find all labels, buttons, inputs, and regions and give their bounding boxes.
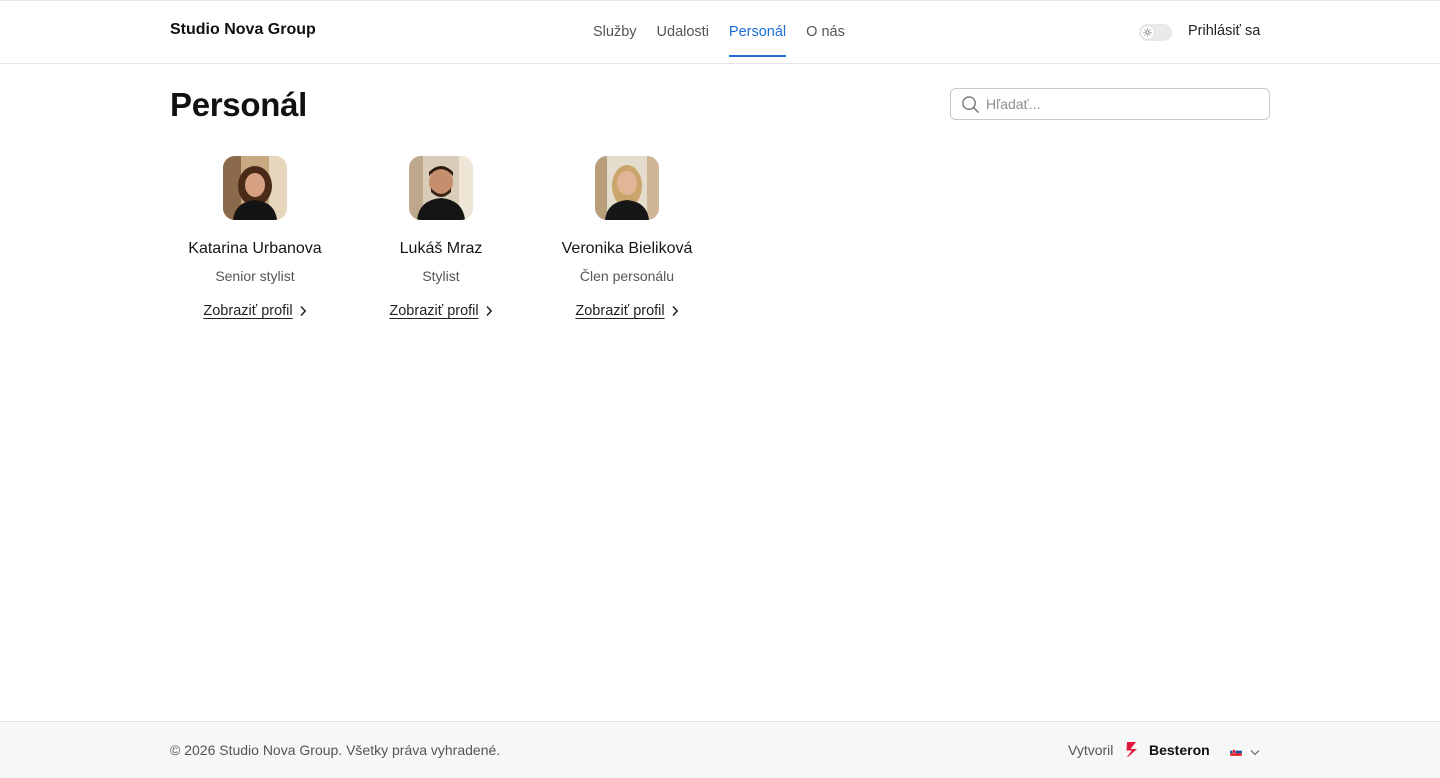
staff-card: Veronika Bieliková Člen personálu Zobraz… <box>542 156 712 320</box>
view-profile-link[interactable]: Zobraziť profil <box>203 303 306 319</box>
site-header: Studio Nova Group Služby Udalosti Person… <box>0 0 1440 64</box>
brand-logo[interactable]: Studio Nova Group <box>170 21 316 39</box>
staff-name: Veronika Bieliková <box>561 240 693 257</box>
search-box <box>950 88 1270 120</box>
nav-item-personal[interactable]: Personál <box>728 1 787 64</box>
staff-name: Lukáš Mraz <box>399 240 483 257</box>
staff-role: Stylist <box>422 268 460 284</box>
site-footer: © 2026 Studio Nova Group. Všetky práva v… <box>0 721 1440 778</box>
staff-role: Člen personálu <box>579 268 675 284</box>
search-input[interactable] <box>986 89 1261 119</box>
avatar[interactable] <box>223 156 287 220</box>
view-profile-link[interactable]: Zobraziť profil <box>389 303 492 319</box>
staff-role: Senior stylist <box>215 268 295 284</box>
view-profile-link[interactable]: Zobraziť profil <box>575 303 678 319</box>
login-button[interactable]: Prihlásiť sa <box>1188 23 1260 39</box>
besteron-logo-icon <box>1125 741 1140 763</box>
besteron-link[interactable]: Besteron <box>1149 742 1210 758</box>
staff-name: Katarina Urbanova <box>188 240 322 257</box>
staff-card: Katarina Urbanova Senior stylist Zobrazi… <box>170 156 340 320</box>
nav-item-o-nas[interactable]: O nás <box>806 1 845 64</box>
language-selector[interactable] <box>1229 743 1260 761</box>
page-title: Personál <box>170 86 307 123</box>
chevron-right-icon <box>672 305 678 317</box>
chevron-right-icon <box>486 305 492 317</box>
search-icon <box>961 95 980 119</box>
sun-icon <box>1141 26 1154 39</box>
chevron-right-icon <box>300 305 306 317</box>
avatar[interactable] <box>409 156 473 220</box>
chevron-down-icon <box>1250 749 1260 755</box>
made-by-label: Vytvoril <box>1068 742 1114 758</box>
nav-item-udalosti[interactable]: Udalosti <box>657 1 709 64</box>
avatar[interactable] <box>595 156 659 220</box>
copyright-text: © 2026 Studio Nova Group. Všetky práva v… <box>170 742 501 758</box>
nav-item-sluzby[interactable]: Služby <box>593 1 637 64</box>
staff-card: Lukáš Mraz Stylist Zobraziť profil <box>356 156 526 320</box>
main-nav: Služby Udalosti Personál O nás <box>593 1 845 64</box>
theme-toggle[interactable] <box>1139 24 1172 41</box>
slovak-flag-icon <box>1229 743 1243 761</box>
